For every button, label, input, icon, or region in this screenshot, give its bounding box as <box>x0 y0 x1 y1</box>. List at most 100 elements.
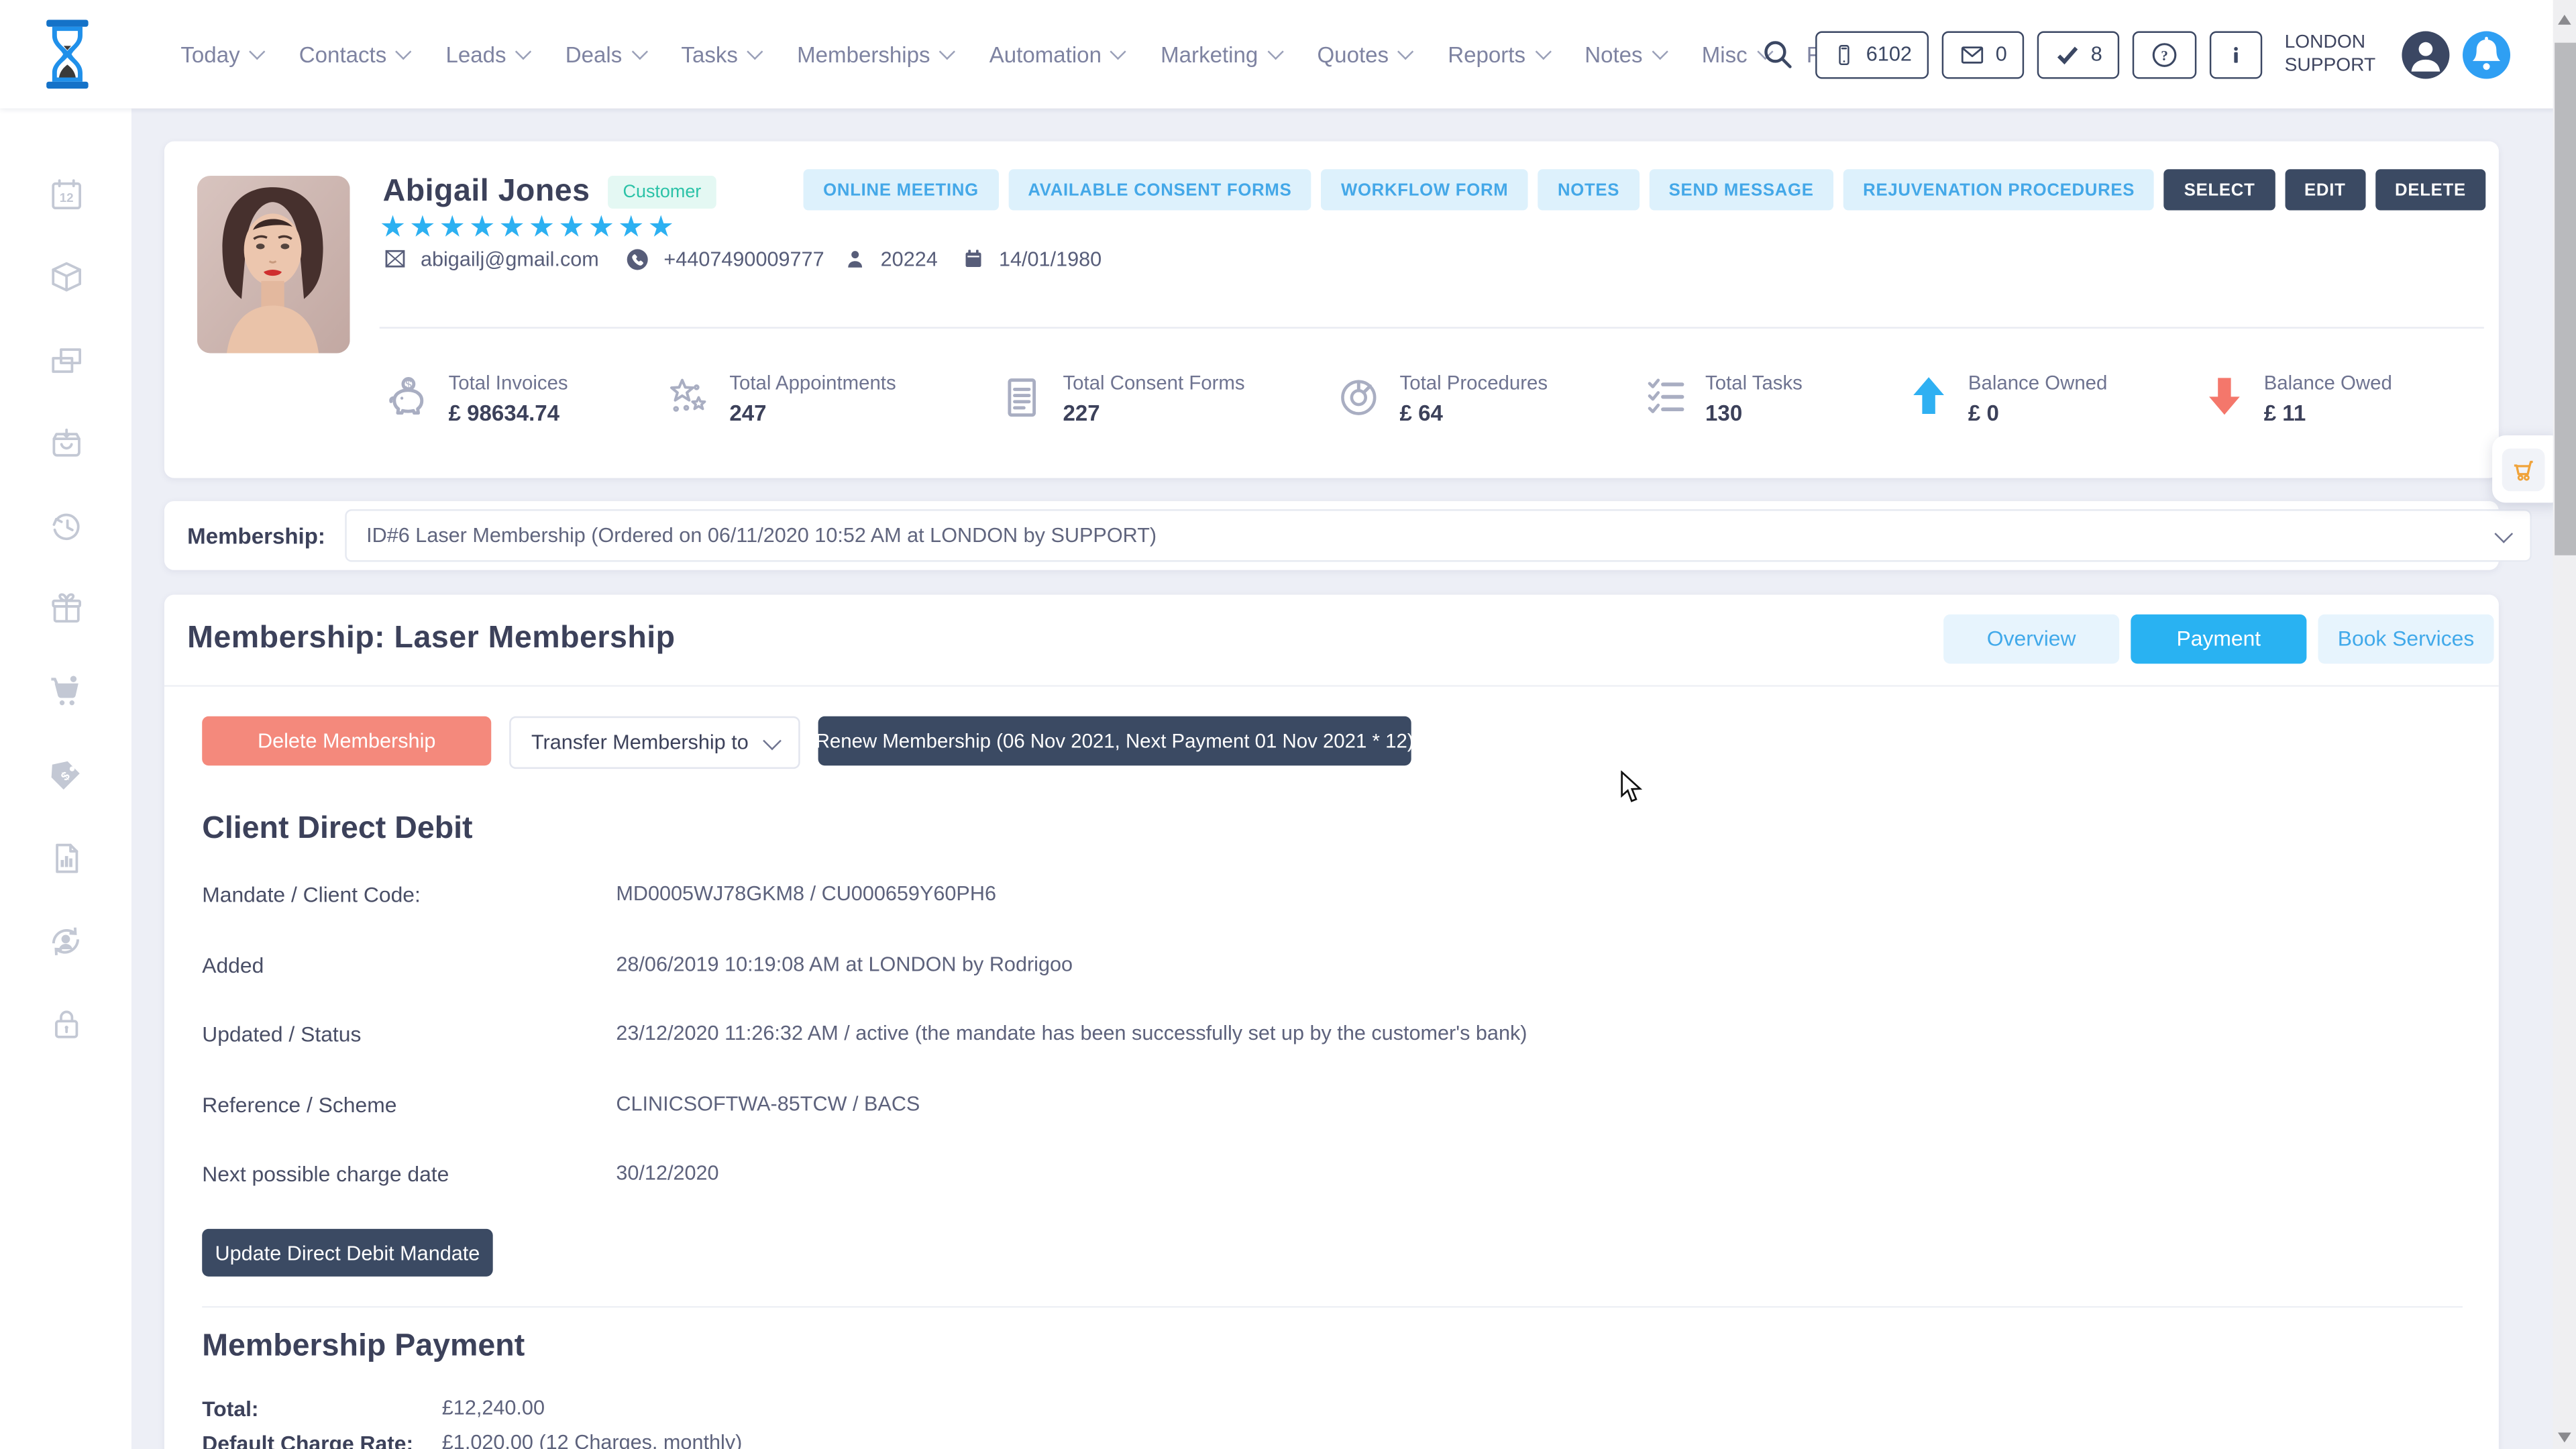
sidebar-item-copy[interactable] <box>0 323 131 396</box>
header-divider <box>380 327 2484 328</box>
direct-debit-row: Updated / Status23/12/2020 11:26:32 AM /… <box>202 1022 2461 1091</box>
client-photo <box>197 176 350 353</box>
stat-label: Total Tasks <box>1705 371 1803 394</box>
delete-button[interactable]: DELETE <box>2375 169 2486 210</box>
direct-debit-rows: Mandate / Client Code:MD0005WJ78GKM8 / C… <box>202 882 2461 1231</box>
sidebar-item-lock[interactable] <box>0 987 131 1060</box>
available-consent-forms-button[interactable]: AVAILABLE CONSENT FORMS <box>1008 169 1311 210</box>
copy-icon <box>47 341 85 378</box>
client-name: Abigail Jones <box>383 174 590 211</box>
svg-text:?: ? <box>2160 47 2167 63</box>
nav-item-today[interactable]: Today <box>180 42 263 66</box>
chevron-down-icon <box>631 43 647 59</box>
sidebar-item-gift[interactable] <box>0 572 131 645</box>
arrow-up-icon <box>1906 373 1952 419</box>
stat-total-procedures: Total Procedures£ 64 <box>1334 371 1548 425</box>
cart-icon <box>46 672 86 712</box>
workflow-form-button[interactable]: WORKFLOW FORM <box>1322 169 1528 210</box>
report-icon <box>47 839 85 876</box>
field-label: Updated / Status <box>202 1022 616 1046</box>
tab-book-services[interactable]: Book Services <box>2318 614 2494 663</box>
nav-item-deals[interactable]: Deals <box>566 42 645 66</box>
left-sidebar: 12 $ <box>0 109 131 1449</box>
sidebar-item-report[interactable] <box>0 821 131 894</box>
person-icon <box>843 246 867 271</box>
stat-total-invoices: $Total Invoices£ 98634.74 <box>383 371 568 425</box>
cart-button[interactable] <box>2502 447 2545 490</box>
membership-select[interactable]: ID#6 Laser Membership (Ordered on 06/11/… <box>345 509 2532 561</box>
chevron-down-icon <box>762 731 781 749</box>
edit-button[interactable]: EDIT <box>2285 169 2365 210</box>
counter-buttons: 610208? <box>1815 30 2261 78</box>
scrollbar-up-arrow[interactable] <box>2558 15 2571 25</box>
tabs-divider <box>164 685 2499 686</box>
nav-item-memberships[interactable]: Memberships <box>797 42 953 66</box>
field-value: CLINICSOFTWA-85TCW / BACS <box>616 1091 2461 1114</box>
check-counter-button[interactable]: 8 <box>2037 30 2118 78</box>
envelope-icon <box>383 246 408 271</box>
sidebar-item-user-sync[interactable] <box>0 904 131 977</box>
membership-tabs: OverviewPaymentBook Services <box>1943 614 2493 663</box>
scrollbar-thumb[interactable] <box>2554 43 2575 555</box>
search-icon[interactable] <box>1760 36 1796 72</box>
chevron-down-icon <box>1652 43 1668 59</box>
stat-balance-owed: Balance Owed£ 11 <box>2202 371 2392 425</box>
transfer-membership-select[interactable]: Transfer Membership to <box>509 716 800 769</box>
user-avatar-button[interactable] <box>2402 30 2449 78</box>
stat-value: 247 <box>729 401 896 426</box>
membership-select-label: Membership: <box>187 501 325 570</box>
nav-item-marketing[interactable]: Marketing <box>1161 42 1281 66</box>
rejuvenation-procedures-button[interactable]: REJUVENATION PROCEDURES <box>1843 169 2155 210</box>
sidebar-item-package[interactable] <box>0 241 131 313</box>
gift-icon <box>47 590 85 627</box>
check-icon <box>2053 40 2081 68</box>
topbar-right: 610208? LONDON SUPPORT <box>1760 0 2510 109</box>
nav-item-reports[interactable]: Reports <box>1448 42 1548 66</box>
send-message-button[interactable]: SEND MESSAGE <box>1649 169 1833 210</box>
sidebar-item-cart[interactable] <box>0 655 131 728</box>
phone-icon <box>1831 42 1856 66</box>
checklist-icon <box>1643 373 1689 419</box>
notifications-bell-button[interactable] <box>2463 30 2510 78</box>
star-rating[interactable]: ★★★★★★★★★★ <box>380 210 678 244</box>
update-direct-debit-button[interactable]: Update Direct Debit Mandate <box>202 1229 492 1277</box>
client-phone: +4407490009777 <box>625 246 824 272</box>
chevron-down-icon <box>939 43 955 59</box>
field-value: MD0005WJ78GKM8 / CU000659Y60PH6 <box>616 882 2461 905</box>
tab-overview[interactable]: Overview <box>1943 614 2119 663</box>
chevron-down-icon <box>396 43 412 59</box>
direct-debit-row: Reference / SchemeCLINICSOFTWA-85TCW / B… <box>202 1091 2461 1161</box>
sidebar-item-shopping-bag[interactable] <box>0 407 131 479</box>
select-button[interactable]: SELECT <box>2164 169 2275 210</box>
chevron-down-icon <box>1398 43 1414 59</box>
renew-membership-button[interactable]: Renew Membership (06 Nov 2021, Next Paym… <box>818 716 1411 765</box>
section-divider <box>202 1306 2463 1307</box>
app-logo-hourglass-icon[interactable] <box>40 16 95 92</box>
delete-membership-button[interactable]: Delete Membership <box>202 716 491 765</box>
scrollbar-down-arrow[interactable] <box>2558 1433 2571 1443</box>
nav-item-leads[interactable]: Leads <box>445 42 529 66</box>
info-counter-button[interactable] <box>2209 30 2261 78</box>
phone-counter-button[interactable]: 6102 <box>1815 30 1929 78</box>
client-action-buttons: ONLINE MEETINGAVAILABLE CONSENT FORMS WOR… <box>804 169 2486 210</box>
help-counter-button[interactable]: ? <box>2132 30 2196 78</box>
notes-button[interactable]: NOTES <box>1538 169 1640 210</box>
field-value: 28/06/2019 10:19:08 AM at LONDON by Rodr… <box>616 952 2461 975</box>
sidebar-item-history[interactable] <box>0 490 131 562</box>
stat-label: Balance Owed <box>2264 371 2392 394</box>
stat-total-appointments: Total Appointments247 <box>663 371 896 425</box>
online-meeting-button[interactable]: ONLINE MEETING <box>804 169 999 210</box>
calendar12-icon: 12 <box>47 175 85 213</box>
nav-item-contacts[interactable]: Contacts <box>299 42 410 66</box>
history-icon <box>47 507 85 545</box>
nav-item-tasks[interactable]: Tasks <box>681 42 761 66</box>
tab-payment[interactable]: Payment <box>2131 614 2306 663</box>
nav-item-quotes[interactable]: Quotes <box>1317 42 1411 66</box>
sidebar-item-price-tag[interactable]: $ <box>0 739 131 811</box>
customer-status-badge: Customer <box>608 176 716 209</box>
mail-counter-button[interactable]: 0 <box>1941 30 2023 78</box>
nav-item-automation[interactable]: Automation <box>989 42 1125 66</box>
sidebar-item-calendar12[interactable]: 12 <box>0 158 131 230</box>
membership-select-card: Membership: ID#6 Laser Membership (Order… <box>164 501 2499 570</box>
nav-item-notes[interactable]: Notes <box>1585 42 1666 66</box>
